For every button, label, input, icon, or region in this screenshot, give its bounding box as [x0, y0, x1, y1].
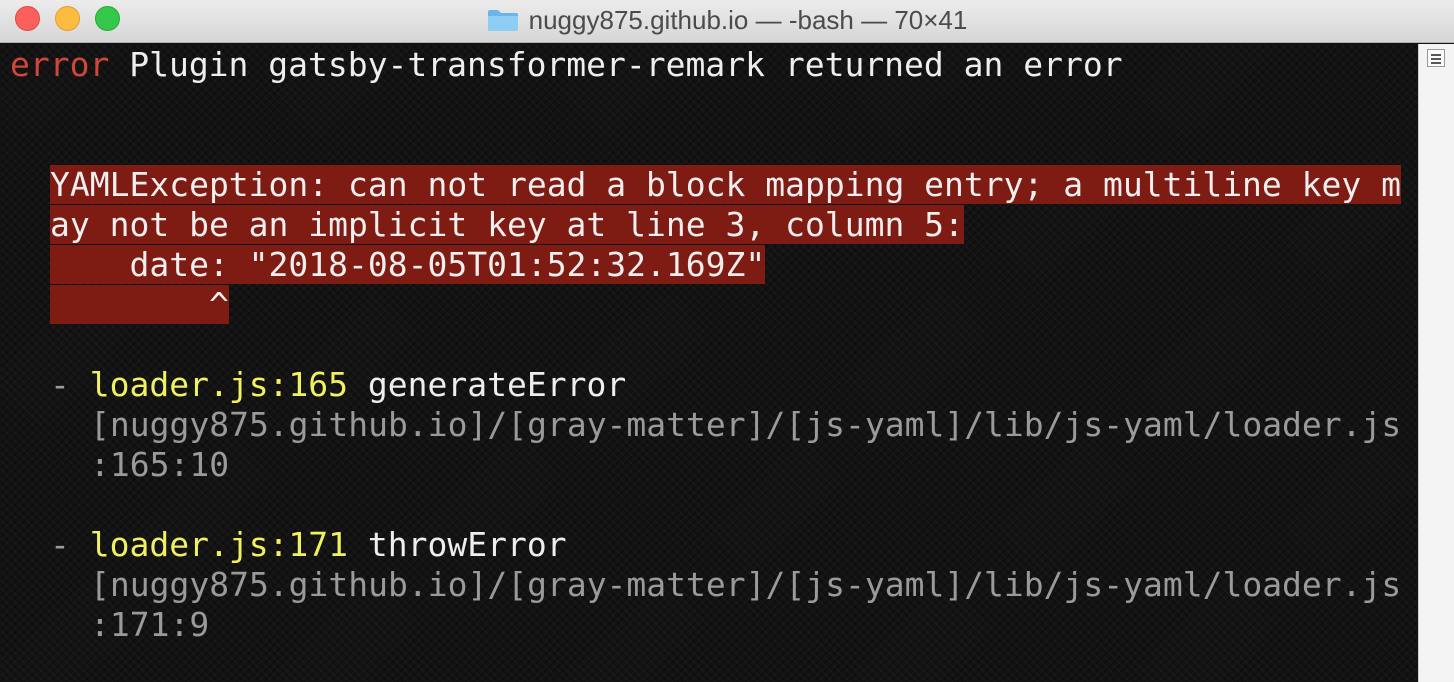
- stack-dash: -: [50, 365, 90, 404]
- exception-line-1: YAMLException: can not read a block mapp…: [50, 165, 1402, 205]
- error-message: Plugin gatsby-transformer-remark returne…: [109, 45, 1123, 84]
- stack-function: generateError: [348, 365, 627, 404]
- folder-icon: [487, 8, 519, 32]
- terminal-window: nuggy875.github.io — -bash — 70×41 error…: [0, 0, 1454, 682]
- exception-line-2: ay not be an implicit key at line 3, col…: [50, 205, 964, 245]
- stack-line-no: :171: [268, 525, 349, 564]
- stack-dash: -: [50, 525, 90, 564]
- stack-frame-2-location: :171:9: [90, 605, 210, 644]
- stack-frame-1-location: :165:10: [90, 445, 230, 484]
- stack-line-no: :165: [268, 365, 349, 404]
- window-title: nuggy875.github.io — -bash — 70×41: [528, 4, 968, 35]
- title-bar[interactable]: nuggy875.github.io — -bash — 70×41: [0, 0, 1454, 43]
- exception-text-2: ay not be an implicit key at line 3, col…: [50, 205, 964, 244]
- split-pane-menu-icon[interactable]: [1427, 49, 1445, 67]
- window-title-group: nuggy875.github.io — -bash — 70×41: [0, 0, 1454, 40]
- exception-caret: ^: [50, 285, 229, 324]
- error-header-line: error Plugin gatsby-transformer-remark r…: [10, 45, 1123, 85]
- exception-line-4: ^: [50, 285, 229, 325]
- stack-frame-1-path: [nuggy875.github.io]/[gray-matter]/[js-y…: [90, 405, 1402, 444]
- stack-frame-1: - loader.js:165 generateError: [50, 365, 626, 405]
- stack-frame-2: - loader.js:171 throwError: [50, 525, 567, 565]
- terminal-output[interactable]: error Plugin gatsby-transformer-remark r…: [0, 44, 1418, 682]
- error-prefix: error: [10, 45, 110, 84]
- stack-function: throwError: [348, 525, 567, 564]
- vertical-scrollbar[interactable]: [1418, 44, 1454, 682]
- exception-line-3: date: "2018-08-05T01:52:32.169Z": [50, 245, 766, 285]
- stack-file: loader.js: [89, 365, 269, 404]
- stack-file: loader.js: [89, 525, 269, 564]
- stack-frame-2-path: [nuggy875.github.io]/[gray-matter]/[js-y…: [90, 565, 1402, 604]
- exception-text-1: YAMLException: can not read a block mapp…: [50, 165, 1402, 204]
- exception-text-3: date: "2018-08-05T01:52:32.169Z": [50, 245, 766, 284]
